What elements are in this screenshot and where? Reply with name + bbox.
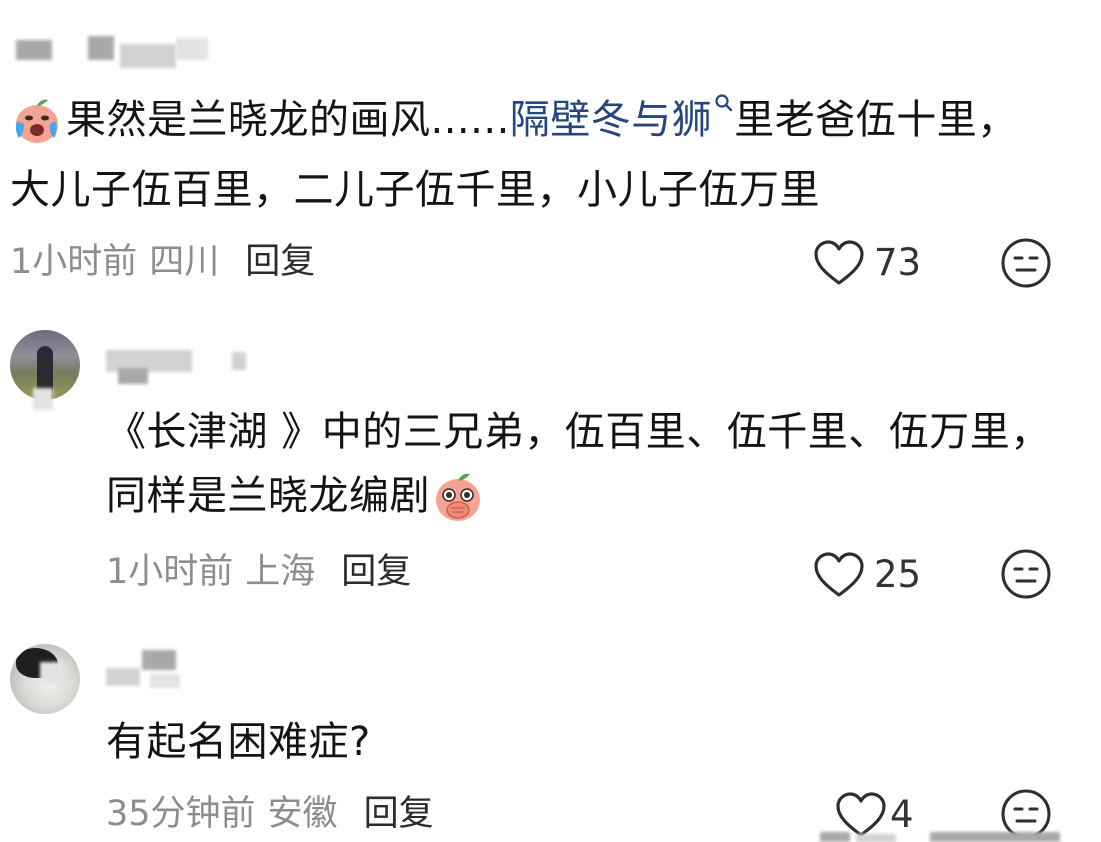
comment-meta: 35分钟前 安徽 回复 [106, 792, 434, 836]
topic-link[interactable]: 隔壁冬与狮 [510, 92, 713, 148]
dislike-button[interactable] [1000, 548, 1052, 604]
comment-location: 安徽 [267, 794, 338, 834]
text-fade-overlay [830, 165, 910, 215]
comment-meta: 1小时前 上海 回复 [106, 550, 411, 594]
like-button[interactable]: 73 [812, 238, 921, 288]
reply-button[interactable]: 回复 [341, 550, 411, 594]
comment-text-line: 大儿子伍百里，二儿子伍千里，小儿子伍万里 [10, 167, 820, 213]
comment-meta: 1小时前 四川 回复 [10, 240, 315, 284]
comment-text-line: 同样是兰晓龙编剧 [106, 468, 484, 524]
like-count: 25 [874, 553, 922, 596]
cover-mouth-peach-emoji [432, 468, 484, 524]
comment-time: 1小时前 [106, 552, 234, 592]
comment-text: 果然是兰晓龙的画风...... 隔壁冬与狮 里老爸伍十里， [10, 92, 1018, 148]
crying-peach-emoji [10, 94, 62, 146]
like-count: 73 [874, 241, 922, 284]
heart-outline-icon [812, 238, 866, 288]
like-button[interactable]: 25 [812, 550, 921, 600]
avatar-redaction [33, 388, 53, 410]
meh-face-icon [1000, 549, 1052, 604]
like-count: 4 [890, 793, 914, 836]
dislike-button[interactable] [1000, 237, 1052, 293]
comment-location: 上海 [245, 552, 316, 592]
comment-location: 四川 [149, 242, 220, 282]
comment-text-line: 《长津湖 》中的三兄弟，伍百里、伍千里、伍万里， [106, 409, 1051, 455]
comment-time: 35分钟前 [106, 794, 256, 834]
avatar-redaction [40, 662, 64, 684]
comment-list: 果然是兰晓龙的画风...... 隔壁冬与狮 里老爸伍十里， 大儿子伍百里，二儿子… [0, 0, 1101, 842]
reply-button[interactable]: 回复 [245, 240, 315, 284]
comment-text-line: 有起名困难症? [106, 719, 371, 765]
heart-outline-icon [812, 550, 866, 600]
reply-button[interactable]: 回复 [364, 792, 434, 836]
meh-face-icon [1000, 238, 1052, 293]
search-hint-icon[interactable] [714, 93, 734, 123]
comment-time: 1小时前 [10, 242, 138, 282]
